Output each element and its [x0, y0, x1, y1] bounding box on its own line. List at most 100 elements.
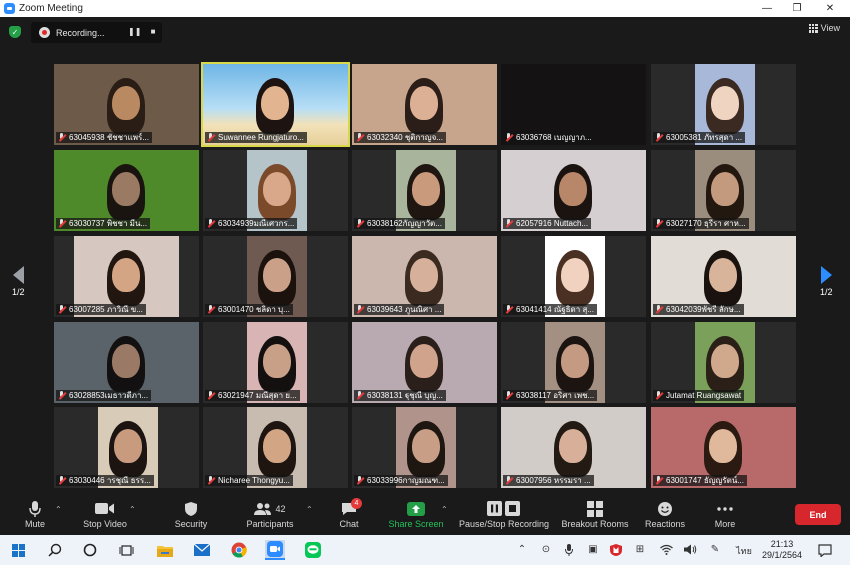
participant-video-tile[interactable]: 63021947 มณีสุดา ย...: [203, 322, 348, 403]
participant-video-tile[interactable]: 63039643 ภูนณิศา ...: [352, 236, 497, 317]
participant-face: [410, 86, 438, 120]
participant-name-label: 63001747 ธัญญรัตน์...: [653, 475, 747, 486]
participant-video-tile[interactable]: 63041414 ณัฐธิดา สุ...: [501, 236, 646, 317]
participant-video-tile[interactable]: 63034939มณีเศวกร...: [203, 150, 348, 231]
windows-defender-tray-icon[interactable]: ⊞: [633, 544, 647, 556]
participant-video-tile[interactable]: 63032340 ชุติกาญจ...: [352, 64, 497, 145]
participant-video-tile[interactable]: 63001747 ธัญญรัตน์...: [651, 407, 796, 488]
cortana-icon[interactable]: [80, 540, 100, 560]
participant-face: [263, 429, 291, 463]
action-center-icon[interactable]: [815, 540, 835, 560]
participant-video-tile[interactable]: 63007956 หรรมรา ...: [501, 407, 646, 488]
chat-button[interactable]: 4 Chat: [338, 498, 362, 529]
mute-button[interactable]: Mute: [22, 499, 48, 529]
task-view-icon[interactable]: [116, 540, 136, 560]
participant-video-tile[interactable]: 63038162กัญญาวัต...: [352, 150, 497, 231]
participant-name: 63033996กาญมณฑ...: [367, 476, 445, 485]
microphone-tray-icon[interactable]: [562, 544, 576, 556]
minimize-button[interactable]: —: [752, 0, 782, 17]
participants-icon: [254, 502, 272, 515]
muted-microphone-icon: [207, 476, 215, 485]
encryption-shield-icon[interactable]: ✓: [9, 26, 21, 38]
participant-video-tile[interactable]: Suwannee Rungjaturo...: [201, 62, 350, 147]
participant-name-label: Suwannee Rungjaturo...: [205, 132, 307, 143]
participant-video-tile[interactable]: 63005381 ภัทรสุดา ...: [651, 64, 796, 145]
muted-microphone-icon: [207, 133, 215, 142]
close-button[interactable]: ✕: [815, 0, 845, 17]
muted-microphone-icon: [207, 391, 215, 400]
tray-overflow-caret-icon[interactable]: ⌃: [515, 544, 529, 556]
participant-name: 63038162กัญญาวัต...: [367, 219, 442, 228]
participant-name: 63028853เมธาวดีภา...: [69, 391, 149, 400]
next-page-button[interactable]: 1/2: [820, 266, 833, 297]
participant-video-tile[interactable]: 63042039พัชรี ลักษ...: [651, 236, 796, 317]
breakout-rooms-button[interactable]: Breakout Rooms: [560, 499, 630, 529]
participant-video-tile[interactable]: 62057916 Nuttach...: [501, 150, 646, 231]
file-explorer-icon[interactable]: [155, 540, 175, 560]
network-adapter-icon[interactable]: ⊙: [539, 544, 553, 556]
restore-button[interactable]: ❐: [782, 0, 812, 17]
participant-video-tile[interactable]: Jutamat Ruangsawat: [651, 322, 796, 403]
view-button[interactable]: View: [808, 23, 840, 33]
wifi-icon[interactable]: [659, 544, 673, 556]
antivirus-tray-icon[interactable]: [609, 544, 623, 556]
stop-recording-icon[interactable]: ■: [147, 27, 159, 38]
participant-name: 63005381 ภัทรสุดา ...: [666, 133, 743, 142]
pen-workspace-icon[interactable]: ✎: [708, 544, 722, 556]
meeting-toolbar: Mute ⌃ Stop Video ⌃ Security 42 Particip…: [0, 496, 850, 535]
end-meeting-button[interactable]: End: [795, 504, 841, 525]
stop-video-label: Stop Video: [83, 519, 127, 529]
video-options-caret-icon[interactable]: ⌃: [129, 505, 136, 514]
display-tray-icon[interactable]: ▣: [586, 544, 600, 556]
participant-video-tile[interactable]: 63027170 ธุรีรา ศาห...: [651, 150, 796, 231]
reactions-button[interactable]: Reactions: [644, 499, 686, 529]
participant-video-tile[interactable]: 63038131 ฐุชุณี บุญ...: [352, 322, 497, 403]
participant-face: [112, 86, 140, 120]
participant-face: [559, 429, 587, 463]
participant-name: 63039643 ภูนณิศา ...: [367, 305, 442, 314]
participant-video-tile[interactable]: 63030446 ารชุณี ธรร...: [54, 407, 199, 488]
mail-icon[interactable]: [192, 540, 212, 560]
participants-caret-icon[interactable]: ⌃: [306, 505, 313, 514]
windows-start-icon[interactable]: [8, 540, 28, 560]
participant-name: 63007956 หรรมรา ...: [516, 476, 591, 485]
line-app-icon[interactable]: [303, 540, 323, 560]
participants-button[interactable]: 42 Participants: [244, 499, 296, 529]
previous-page-button[interactable]: 1/2: [12, 266, 25, 297]
participant-video-tile[interactable]: 63030737 พิชชา มีน...: [54, 150, 199, 231]
system-clock[interactable]: 21:13 29/1/2564: [762, 539, 802, 561]
audio-options-caret-icon[interactable]: ⌃: [55, 505, 62, 514]
reactions-label: Reactions: [644, 519, 686, 529]
participant-name-label: 63033996กาญมณฑ...: [354, 475, 448, 486]
participant-video-tile[interactable]: 63007285 ภาวิณี ข...: [54, 236, 199, 317]
participant-face: [709, 258, 737, 292]
chrome-icon[interactable]: [229, 540, 249, 560]
security-button[interactable]: Security: [172, 499, 210, 529]
volume-icon[interactable]: [683, 544, 697, 556]
search-icon[interactable]: [45, 540, 65, 560]
participant-video-tile[interactable]: 63036768 เบญญาภ...: [501, 64, 646, 145]
stop-video-button[interactable]: Stop Video: [80, 499, 130, 529]
participant-face: [561, 344, 589, 378]
participant-video-tile[interactable]: 63045938 ชัชชาแพร์...: [54, 64, 199, 145]
more-label: More: [714, 519, 736, 529]
muted-microphone-icon: [58, 219, 66, 228]
muted-microphone-icon: [58, 476, 66, 485]
participant-video-tile[interactable]: 63001470 ชลิดา บุ...: [203, 236, 348, 317]
participant-name: Jutamat Ruangsawat: [666, 391, 742, 400]
participant-video-tile[interactable]: 63028853เมธาวดีภา...: [54, 322, 199, 403]
pause-stop-recording-button[interactable]: Pause/Stop Recording: [458, 499, 550, 529]
participant-name: 63030737 พิชชา มีน...: [69, 219, 148, 228]
input-language-indicator[interactable]: ไทย: [735, 544, 753, 556]
share-screen-button[interactable]: Share Screen: [388, 499, 444, 529]
muted-microphone-icon: [207, 219, 215, 228]
zoom-taskbar-icon[interactable]: [265, 540, 285, 560]
participant-video-tile[interactable]: 63038117 อริศา เพช...: [501, 322, 646, 403]
pause-recording-icon[interactable]: ❚❚: [128, 27, 141, 38]
participant-video-tile[interactable]: Nicharee Thongyu...: [203, 407, 348, 488]
more-button[interactable]: More: [712, 499, 738, 529]
muted-microphone-icon: [356, 391, 364, 400]
participant-video-tile[interactable]: 63033996กาญมณฑ...: [352, 407, 497, 488]
muted-microphone-icon: [58, 305, 66, 314]
share-options-caret-icon[interactable]: ⌃: [441, 505, 448, 514]
